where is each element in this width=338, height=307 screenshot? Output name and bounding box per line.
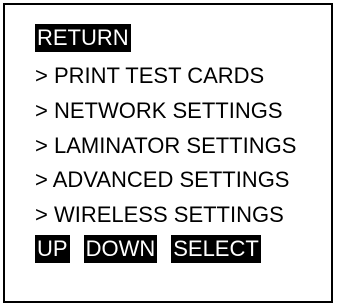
menu-item-advanced-settings[interactable]: > ADVANCED SETTINGS: [35, 165, 289, 195]
menu-item-label: > LAMINATOR SETTINGS: [35, 133, 297, 158]
menu-item-label: > PRINT TEST CARDS: [35, 63, 265, 88]
menu-item-laminator-settings[interactable]: > LAMINATOR SETTINGS: [35, 131, 296, 161]
menu-item-network-settings[interactable]: > NETWORK SETTINGS: [35, 96, 283, 126]
down-button[interactable]: DOWN: [83, 235, 158, 263]
soft-key-bar: UP DOWN SELECT: [35, 235, 261, 263]
return-menu-item[interactable]: RETURN: [35, 23, 131, 53]
menu-item-label: > WIRELESS SETTINGS: [35, 202, 284, 227]
menu-item-label: > NETWORK SETTINGS: [35, 98, 283, 123]
lcd-screen: RETURN > PRINT TEST CARDS > NETWORK SETT…: [3, 3, 333, 303]
menu-item-print-test-cards[interactable]: > PRINT TEST CARDS: [35, 61, 264, 91]
select-button[interactable]: SELECT: [171, 235, 261, 263]
up-button[interactable]: UP: [35, 235, 70, 263]
menu-item-label: > ADVANCED SETTINGS: [35, 167, 290, 192]
menu-item-wireless-settings[interactable]: > WIRELESS SETTINGS: [35, 200, 284, 230]
return-label: RETURN: [35, 24, 131, 52]
